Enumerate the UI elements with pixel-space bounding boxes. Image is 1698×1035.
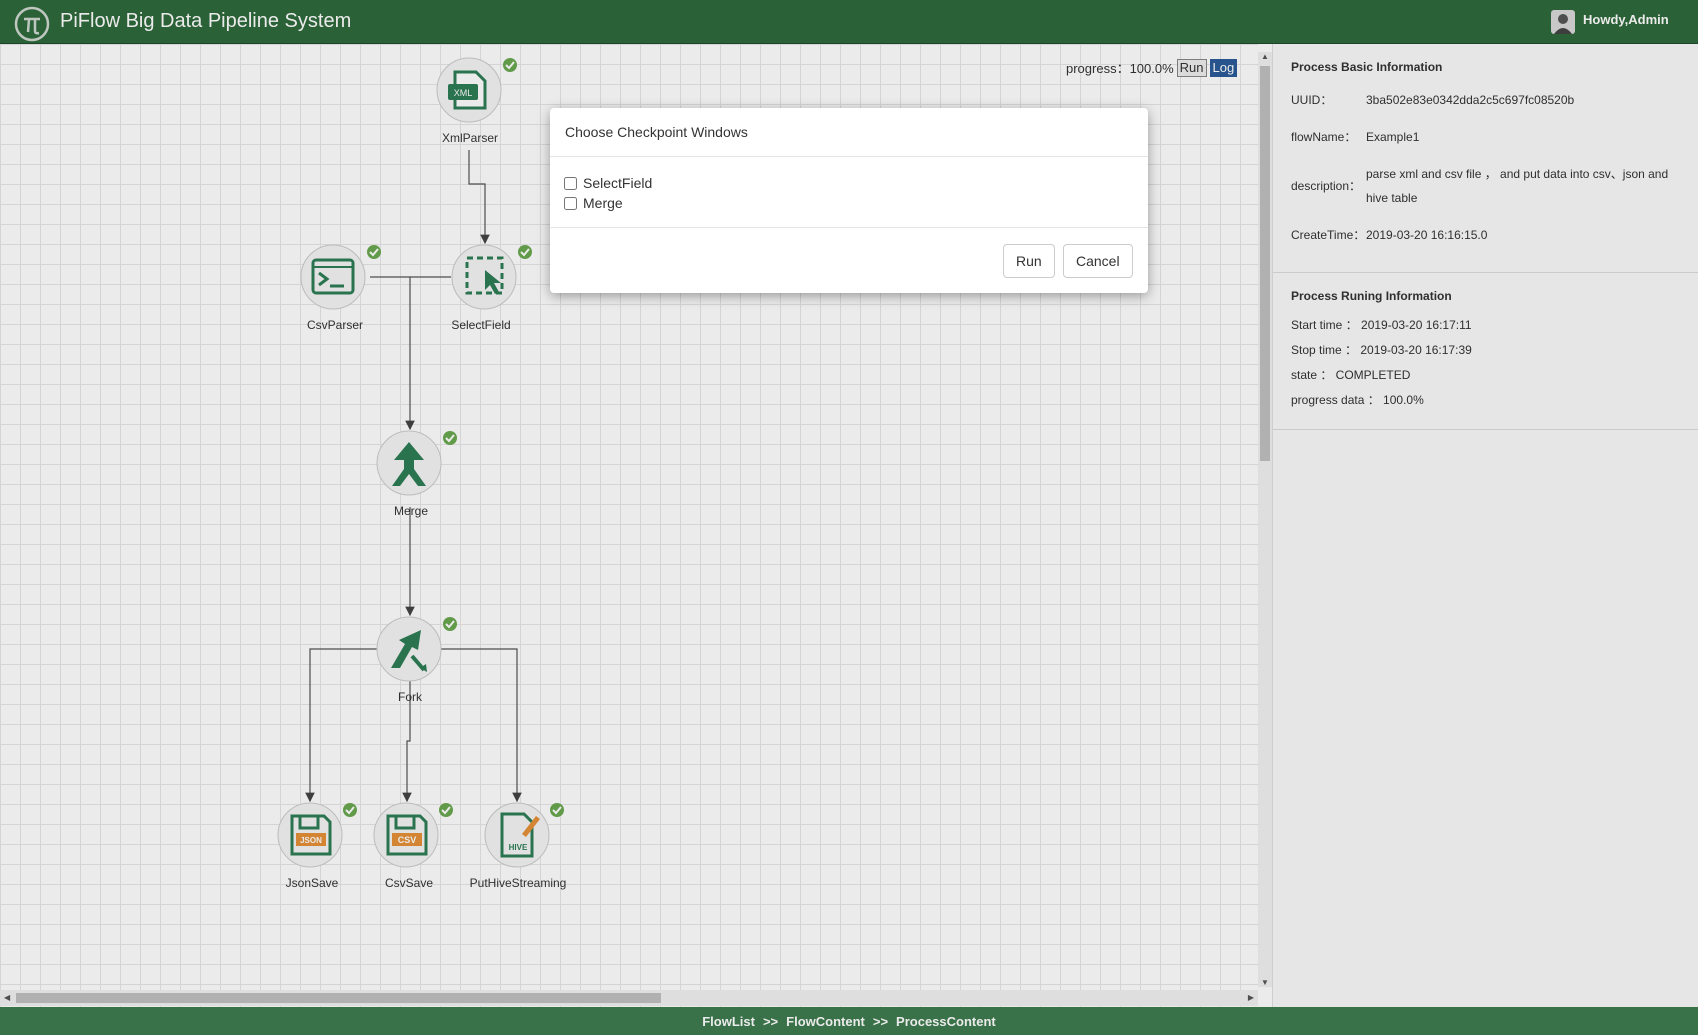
modal-cancel-button[interactable]: Cancel [1063, 244, 1133, 278]
checkpoint-option-selectfield[interactable]: SelectField [564, 173, 1134, 193]
checkbox-label: SelectField [583, 175, 653, 191]
checkpoint-option-merge[interactable]: Merge [564, 193, 1134, 213]
checkpoint-modal: Choose Checkpoint Windows SelectField Me… [550, 108, 1148, 293]
modal-body: SelectField Merge [550, 157, 1148, 228]
modal-footer: Run Cancel [550, 228, 1148, 292]
modal-run-button[interactable]: Run [1003, 244, 1055, 278]
modal-title: Choose Checkpoint Windows [550, 108, 1148, 157]
merge-checkbox[interactable] [564, 196, 577, 210]
checkbox-label: Merge [583, 195, 623, 211]
modal-backdrop[interactable]: Choose Checkpoint Windows SelectField Me… [0, 0, 1698, 1035]
selectfield-checkbox[interactable] [564, 176, 577, 190]
